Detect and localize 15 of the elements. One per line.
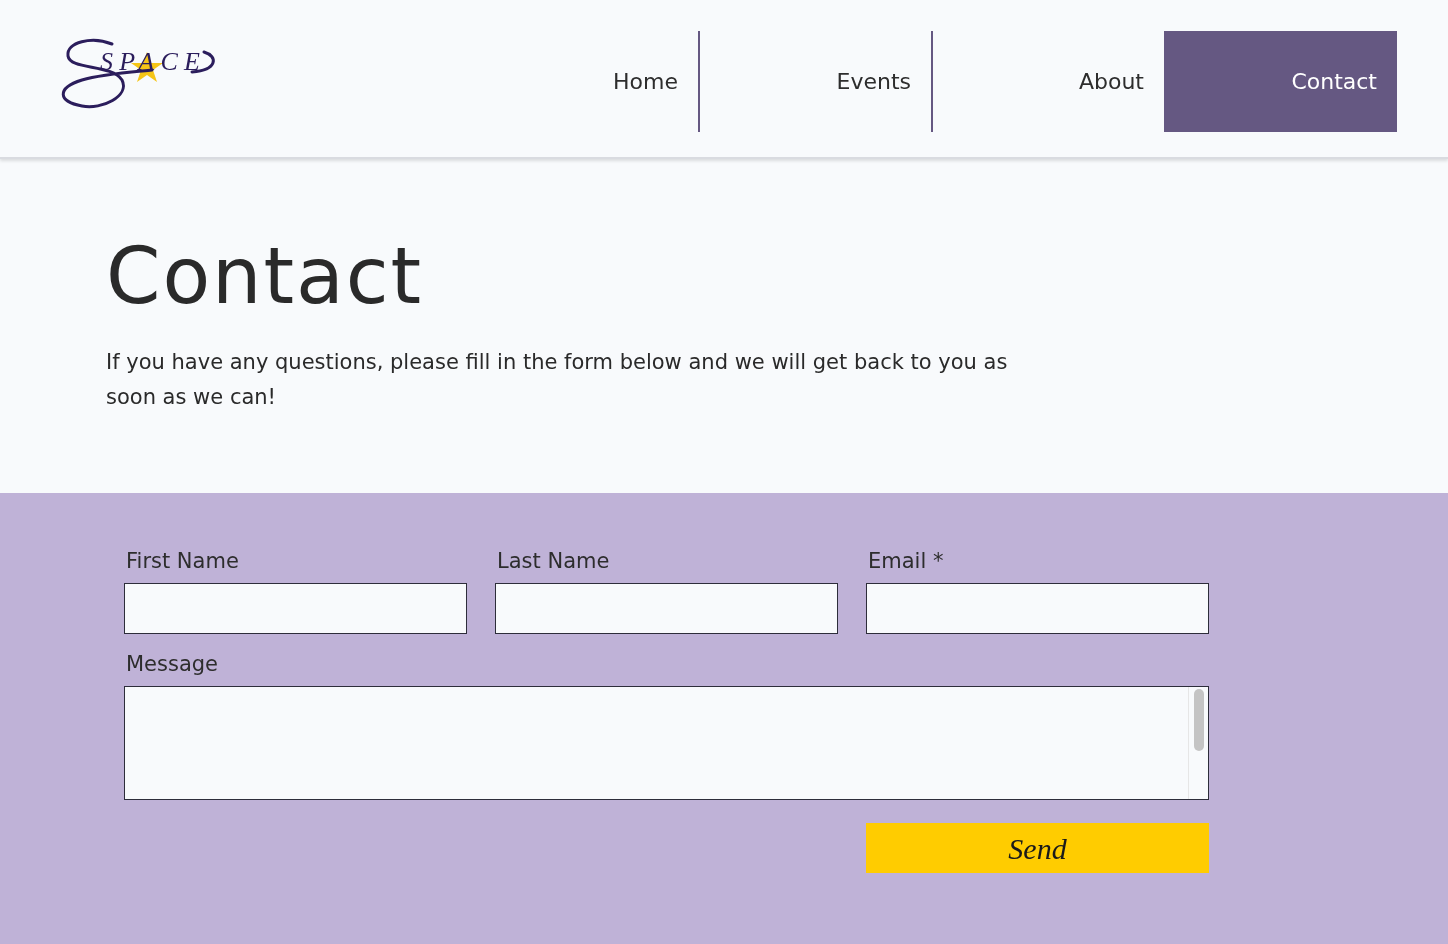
- nav-link[interactable]: Home: [465, 31, 698, 132]
- send-button[interactable]: Send: [866, 823, 1209, 873]
- nav-link[interactable]: Contact: [1164, 31, 1397, 132]
- field-label: Message: [125, 651, 220, 678]
- nav-link[interactable]: Events: [698, 31, 931, 132]
- field-label: Email *: [867, 548, 945, 575]
- intro-paragraph: If you have any questions, please fill in the form below and we will get back to you as soon as we can!: [106, 349, 1009, 411]
- field-label: Last Name: [496, 548, 611, 575]
- page-title: Contact: [106, 237, 425, 315]
- input-field[interactable]: [866, 583, 1209, 634]
- field-label: First Name: [125, 548, 240, 575]
- input-field[interactable]: [495, 583, 838, 634]
- input-field[interactable]: [124, 583, 467, 634]
- message-field[interactable]: [124, 686, 1209, 800]
- scrollbar-thumb[interactable]: [1193, 689, 1204, 751]
